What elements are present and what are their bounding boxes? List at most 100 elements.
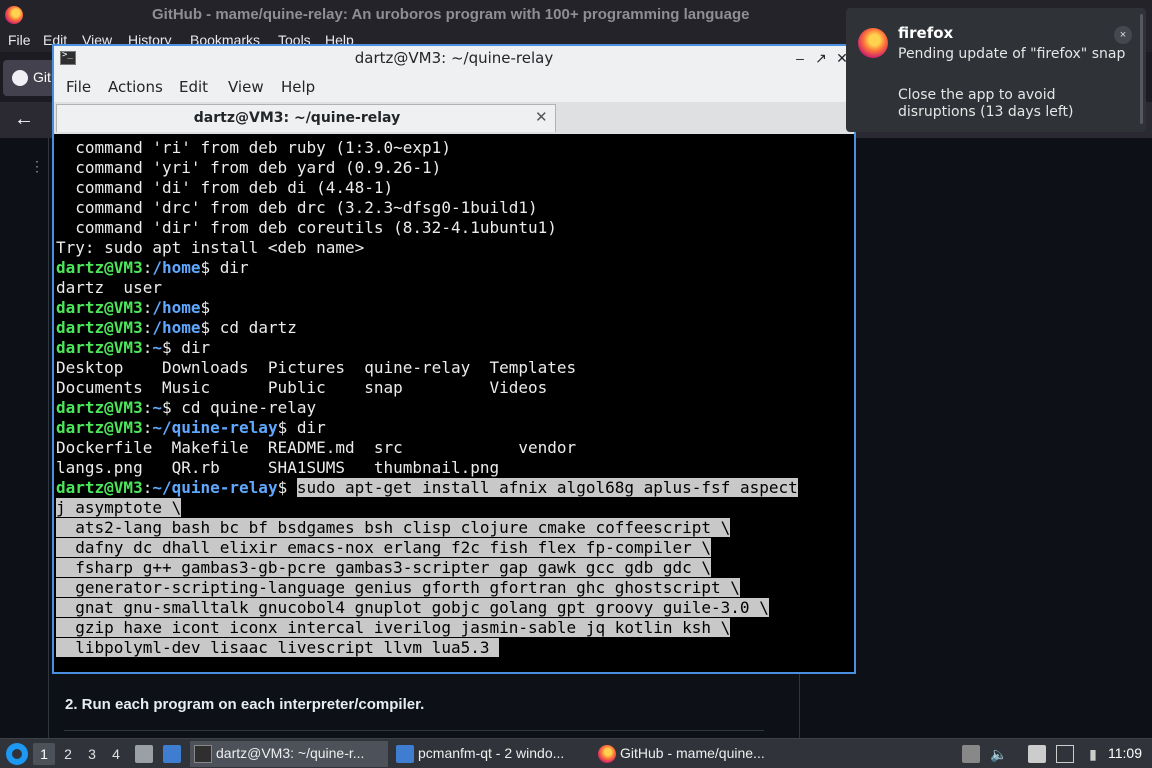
back-arrow-icon[interactable]: ← [10,104,38,134]
terminal-text: : [142,478,153,497]
notification-close-icon[interactable]: × [1114,26,1132,44]
term-menu-file[interactable]: File [66,78,91,96]
terminal-line: gnat gnu-smalltalk gnucobol4 gnuplot gob… [56,598,852,618]
term-menu-actions[interactable]: Actions [108,78,163,96]
selected-text: j asymptote \ [56,498,182,517]
readme-divider [64,730,764,731]
terminal-text: : [142,418,153,437]
prompt-path: /home [152,318,201,337]
terminal-tab[interactable]: dartz@VM3: ~/quine-relay ✕ [56,104,556,132]
terminal-output[interactable]: command 'ri' from deb ruby (1:3.0~exp1) … [56,138,852,670]
readme-step-text: 2. Run each program on each interpreter/… [65,696,425,713]
terminal-text: command 'drc' from deb drc (3.2.3~dfsg0-… [56,198,538,217]
terminal-text: Dockerfile Makefile README.md src vendor [56,438,577,457]
terminal-line: dartz@VM3:/home$ [56,298,852,318]
terminal-icon [194,745,212,763]
firefox-tab-label: Git [33,69,51,85]
notification-body: Close the app to avoid disruptions (13 d… [898,87,1074,120]
terminal-line: Desktop Downloads Pictures quine-relay T… [56,358,852,378]
firefox-icon [598,745,616,763]
workspace-3[interactable]: 3 [81,743,103,765]
file-manager-icon[interactable] [135,745,153,763]
terminal-line: libpolyml-dev lisaac livescript llvm lua… [56,638,852,658]
terminal-line: Dockerfile Makefile README.md src vendor [56,438,852,458]
terminal-line: generator-scripting-language genius gfor… [56,578,852,598]
terminal-line: command 'ri' from deb ruby (1:3.0~exp1) [56,138,852,158]
prompt-path: ~ [152,398,162,417]
screen-icon[interactable] [1056,745,1074,763]
selected-text: dafny dc dhall elixir emacs-nox erlang f… [56,538,712,557]
terminal-line: dartz@VM3:~/quine-relay$ sudo apt-get in… [56,478,852,498]
notes-icon[interactable] [1028,745,1046,763]
terminal-line: command 'dir' from deb coreutils (8.32-4… [56,218,852,238]
terminal-line: dartz@VM3:/home$ cd dartz [56,318,852,338]
maximize-icon[interactable]: ↗ [812,48,830,68]
selected-text: libpolyml-dev lisaac livescript llvm lua… [56,638,500,657]
terminal-titlebar[interactable]: dartz@VM3: ~/quine-relay – ↗ ✕ [54,46,854,72]
terminal-window[interactable]: dartz@VM3: ~/quine-relay – ↗ ✕ File Acti… [52,44,856,674]
prompt-user: dartz@VM3 [56,318,143,337]
prompt-user: dartz@VM3 [56,298,143,317]
ff-menu-file[interactable]: File [8,32,31,48]
notification-scrollbar[interactable] [1140,14,1143,124]
tab-close-icon[interactable]: ✕ [535,108,548,126]
terminal-text: : [142,338,153,357]
terminal-tab-label: dartz@VM3: ~/quine-relay [193,110,401,126]
start-menu-icon[interactable] [6,743,28,765]
network-icon[interactable]: ▮ [1084,745,1102,763]
terminal-window-title: dartz@VM3: ~/quine-relay [354,49,554,67]
terminal-text: dartz user [56,278,162,297]
prompt-path: ~/quine-relay [152,478,278,497]
selected-text: ats2-lang bash bc bf bsdgames bsh clisp … [56,518,731,537]
minimize-icon[interactable]: – [791,48,809,68]
notification-popup[interactable]: firefox × Pending update of "firefox" sn… [846,8,1146,132]
terminal-menubar: File Actions Edit View Help [54,72,854,102]
terminal-text: langs.png QR.rb SHA1SUMS thumbnail.png [56,458,500,477]
terminal-text: command 'dir' from deb coreutils (8.32-4… [56,218,557,237]
github-icon [12,70,28,86]
prompt-path: ~/quine-relay [152,418,278,437]
terminal-line: command 'yri' from deb yard (0.9.26-1) [56,158,852,178]
terminal-text: command 'di' from deb di (4.48-1) [56,178,394,197]
prompt-path: /home [152,298,201,317]
show-desktop-icon[interactable] [163,745,181,763]
selected-text: gnat gnu-smalltalk gnucobol4 gnuplot gob… [56,598,769,617]
workspace-2[interactable]: 2 [57,743,79,765]
terminal-line: dartz@VM3:~/quine-relay$ dir [56,418,852,438]
clipboard-icon[interactable] [962,745,980,763]
terminal-text: $ dir [200,258,249,277]
volume-icon[interactable]: 🔈 [990,745,1008,763]
task-firefox[interactable]: GitHub - mame/quine... [594,741,792,767]
task-terminal-label: dartz@VM3: ~/quine-r... [216,745,365,761]
terminal-text: $ dir [277,418,326,437]
notification-title: Pending update of "firefox" snap [898,46,1126,62]
task-terminal[interactable]: dartz@VM3: ~/quine-r... [190,741,388,767]
terminal-line: dartz@VM3:/home$ dir [56,258,852,278]
selected-text: gzip haxe icont iconx intercal iverilog … [56,618,731,637]
terminal-line: gzip haxe icont iconx intercal iverilog … [56,618,852,638]
terminal-line: Documents Music Public snap Videos [56,378,852,398]
terminal-tabbar: dartz@VM3: ~/quine-relay ✕ [54,102,854,134]
terminal-line: fsharp g++ gambas3-gb-pcre gambas3-scrip… [56,558,852,578]
firefox-tab-github[interactable]: Git [3,60,55,96]
notification-app-name: firefox [898,24,954,42]
prompt-user: dartz@VM3 [56,398,143,417]
terminal-text: $ cd dartz [200,318,297,337]
taskbar: 1 2 3 4 dartz@VM3: ~/quine-r... pcmanfm-… [0,738,1152,768]
terminal-text: $ cd quine-relay [161,398,317,417]
workspace-4[interactable]: 4 [105,743,127,765]
more-options-icon[interactable]: ⋮ [30,158,44,175]
terminal-text: Documents Music Public snap Videos [56,378,548,397]
term-menu-view[interactable]: View [228,78,264,96]
firefox-icon [858,28,888,58]
term-menu-help[interactable]: Help [281,78,315,96]
term-menu-edit[interactable]: Edit [179,78,208,96]
clock: 11:09 [1108,745,1142,761]
terminal-text: : [142,318,153,337]
terminal-text: $ [200,298,211,317]
terminal-text: $ [277,478,297,497]
task-file-manager[interactable]: pcmanfm-qt - 2 windo... [392,741,590,767]
workspace-1[interactable]: 1 [33,743,55,765]
terminal-text: command 'ri' from deb ruby (1:3.0~exp1) [56,138,451,157]
prompt-path: /home [152,258,201,277]
